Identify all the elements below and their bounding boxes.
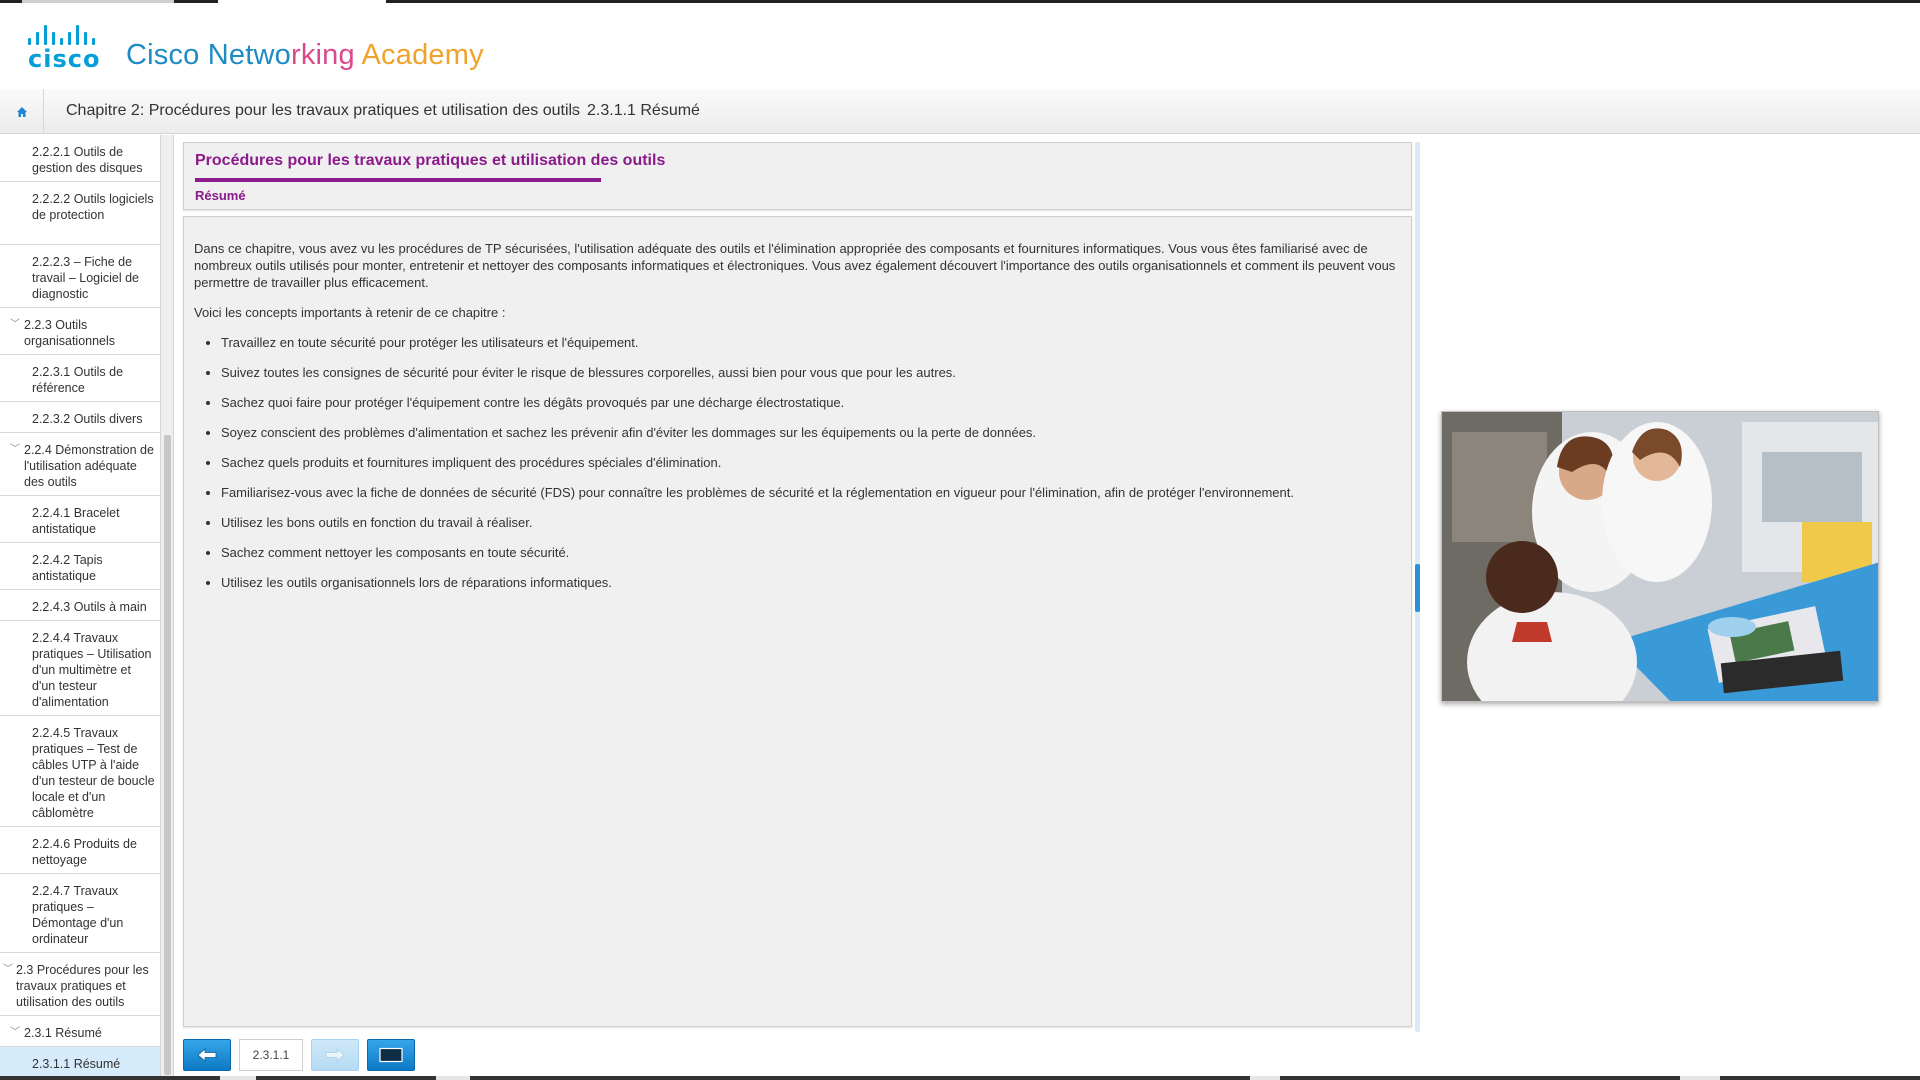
sidebar-item[interactable]: 2.2.2.1 Outils de gestion des disques [0,135,160,182]
home-button[interactable] [0,89,44,134]
title-underline [195,178,601,182]
sidebar-item-section[interactable]: ﹀ 2.3 Procédures pour les travaux pratiqu… [0,953,160,1016]
sidebar-item[interactable]: 2.2.4.7 Travaux pratiques – Démontage d'… [0,874,160,953]
list-item: Utilisez les bons outils en fonction du … [221,514,1399,531]
scrollbar-thumb[interactable] [164,435,171,1075]
sidebar-scrollbar[interactable] [160,135,174,1080]
page-number: 2.3.1.1 [239,1039,303,1071]
cisco-logo[interactable]: cisco [24,21,106,73]
home-icon [16,106,27,117]
body-text: Dans ce chapitre, vous avez vu les procé… [194,240,1399,604]
list-item: Soyez conscient des problèmes d'alimenta… [221,424,1399,441]
fullscreen-toggle-button[interactable] [367,1039,415,1071]
list-item: Travaillez en toute sécurité pour protég… [221,334,1399,351]
content-body: Dans ce chapitre, vous avez vu les procé… [183,216,1412,1027]
taskbar-strip [0,1076,1920,1080]
page-subtitle: Résumé [195,188,246,203]
sidebar-item[interactable]: 2.2.4.1 Bracelet antistatique [0,496,160,543]
sidebar-item[interactable]: 2.2.4.5 Travaux pratiques – Test de câbl… [0,716,160,827]
breadcrumb: Chapitre 2: Procédures pour les travaux … [0,89,1920,134]
sidebar-item-section[interactable]: ﹀ 2.2.3 Outils organisationnels [0,308,160,355]
list-item: Suivez toutes les consignes de sécurité … [221,364,1399,381]
sidebar-item-section[interactable]: ﹀ 2.2.4 Démonstration de l'utilisation ad… [0,433,160,496]
page-title: Procédures pour les travaux pratiques et… [195,152,666,169]
sidebar-item[interactable]: 2.2.4.3 Outils à main [0,590,160,621]
list-item: Familiarisez-vous avec la fiche de donné… [221,484,1399,501]
cisco-bars-icon [24,21,106,45]
list-item: Sachez comment nettoyer les composants e… [221,544,1399,561]
sidebar-item[interactable]: 2.2.2.3 – Fiche de travail – Logiciel de… [0,245,160,308]
list-item: Utilisez les outils organisationnels lor… [221,574,1399,591]
intro-paragraph: Dans ce chapitre, vous avez vu les procé… [194,241,1396,290]
cisco-wordmark: cisco [28,45,101,73]
arrow-right-icon [325,1048,345,1062]
chevron-right-icon: › [571,101,576,118]
site-header: cisco Cisco Networking Academy [0,3,1920,92]
sidebar-item[interactable]: 2.2.3.1 Outils de référence [0,355,160,402]
concepts-list: Travaillez en toute sécurité pour protég… [221,334,1399,591]
list-item: Sachez quoi faire pour protéger l'équipe… [221,394,1399,411]
arrow-left-icon [197,1048,217,1062]
splitter-handle[interactable] [1415,564,1420,612]
list-item: Sachez quels produits et fournitures imp… [221,454,1399,471]
academy-title: Cisco Networking Academy [126,39,484,71]
sidebar-item[interactable]: 2.2.4.6 Produits de nettoyage [0,827,160,874]
breadcrumb-chapter[interactable]: Chapitre 2: Procédures pour les travaux … [66,102,580,120]
sidebar-item[interactable]: 2.2.4.2 Tapis antistatique [0,543,160,590]
lab-photo [1441,411,1879,702]
course-outline-sidebar: 2.2.2.1 Outils de gestion des disques 2.… [0,135,160,1080]
chevron-down-icon: ﹀ [10,319,20,330]
chevron-down-icon: ﹀ [10,1027,20,1038]
sidebar-item[interactable]: 2.2.2.2 Outils logiciels de protection [0,182,160,245]
breadcrumb-current: 2.3.1.1 Résumé [587,102,700,119]
chevron-down-icon: ﹀ [10,444,20,455]
chevron-down-icon: ﹀ [3,964,13,975]
fullscreen-icon [379,1047,403,1063]
lab-photo-illustration [1442,412,1878,701]
sidebar-item[interactable]: 2.2.3.2 Outils divers [0,402,160,433]
next-page-button[interactable] [311,1039,359,1071]
panel-splitter[interactable] [1415,142,1420,1032]
sidebar-item-section[interactable]: ﹀ 2.3.1 Résumé [0,1016,160,1047]
content-header: Procédures pour les travaux pratiques et… [183,142,1412,210]
sidebar-item[interactable]: 2.2.4.4 Travaux pratiques – Utilisation … [0,621,160,716]
concepts-heading: Voici les concepts importants à retenir … [194,305,506,320]
previous-page-button[interactable] [183,1039,231,1071]
